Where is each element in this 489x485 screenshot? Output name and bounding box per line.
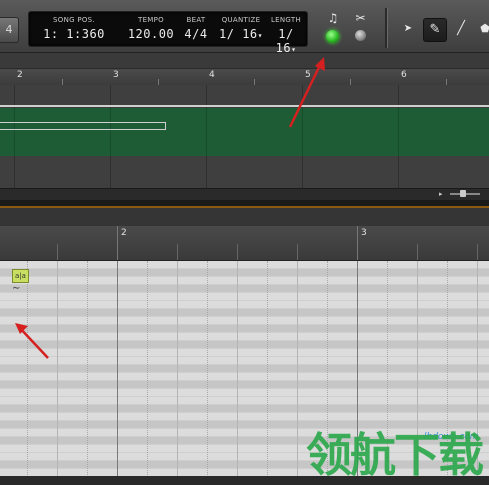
panel-splitter[interactable] <box>0 200 489 208</box>
quantize-label: QUANTIZE <box>221 16 261 24</box>
sub-beat-gridline <box>147 261 148 485</box>
arrange-ruler[interactable]: 2 3 4 5 6 <box>0 68 489 86</box>
song-position-label: SONG POS. <box>53 16 95 24</box>
zoom-slider-handle[interactable] <box>460 190 466 197</box>
pianoroll-bar-number: 3 <box>361 228 367 238</box>
line-tool-icon[interactable]: ╱ <box>450 18 472 40</box>
beat-gridline <box>57 261 58 485</box>
track-top-line <box>0 105 489 107</box>
length-dropdown-icon[interactable]: ▾ <box>291 45 296 54</box>
pitch-lane[interactable] <box>0 357 489 365</box>
quantize-dropdown-icon[interactable]: ▾ <box>258 31 263 40</box>
length-field[interactable]: LENGTH 1/ 16▾ <box>267 14 305 55</box>
pitch-lane[interactable] <box>0 341 489 349</box>
pitch-lane[interactable] <box>0 413 489 421</box>
beat-gridline <box>297 261 298 485</box>
wave-icon: ∼ <box>12 283 21 294</box>
annotation-arrow-top <box>288 57 325 128</box>
beat-gridline <box>177 261 178 485</box>
clip-selection-box[interactable] <box>0 122 166 130</box>
left-panel-label: 4 <box>5 23 13 36</box>
bar-gridline <box>117 261 118 485</box>
arrange-bar-number: 2 <box>17 70 23 80</box>
arrange-bar-number: 6 <box>401 70 407 80</box>
tool-toggle-led[interactable] <box>355 30 366 41</box>
pointer-tool-icon[interactable]: ➤ <box>397 18 419 40</box>
eraser-tool-icon[interactable]: ⬟ <box>474 18 489 40</box>
song-position-field[interactable]: SONG POS. 1: 1:360 <box>43 14 105 44</box>
pitch-lane[interactable] <box>0 293 489 301</box>
pitch-lane[interactable] <box>0 317 489 325</box>
pitch-lane[interactable] <box>0 349 489 357</box>
metronome-icon: ♫ <box>327 11 339 25</box>
pitch-lane[interactable] <box>0 381 489 389</box>
tempo-field[interactable]: TEMPO 120.00 <box>127 14 175 44</box>
sub-beat-gridline <box>207 261 208 485</box>
quantize-field[interactable]: QUANTIZE 1/ 16▾ <box>219 14 263 44</box>
arrange-bar-number: 4 <box>209 70 215 80</box>
transport-lcd-display: SONG POS. 1: 1:360 TEMPO 120.00 BEAT 4/4… <box>28 11 308 55</box>
pitch-lane[interactable] <box>0 277 489 285</box>
pitch-lane[interactable] <box>0 365 489 373</box>
pitch-lane[interactable] <box>0 389 489 397</box>
pianoroll-ruler[interactable]: 2 3 <box>0 226 489 261</box>
beat-field[interactable]: BEAT 4/4 <box>179 14 213 44</box>
pitch-lane[interactable] <box>0 405 489 413</box>
beat-value: 4/4 <box>184 27 208 41</box>
metronome-toggle-led[interactable] <box>326 30 339 43</box>
sub-beat-gridline <box>27 261 28 485</box>
pitch-lane[interactable] <box>0 397 489 405</box>
note-chip[interactable]: a|a <box>12 269 29 283</box>
song-position-value: 1: 1:360 <box>43 27 105 41</box>
pianoroll-bar-number: 2 <box>121 228 127 238</box>
zoom-out-icon[interactable]: ▸ <box>439 190 449 198</box>
toolbar-separator <box>385 8 388 48</box>
watermark-text: 领航下载 <box>306 428 484 482</box>
pitch-lane[interactable] <box>0 261 489 269</box>
quantize-value: 1/ 16 <box>219 27 258 41</box>
pitch-lane[interactable] <box>0 301 489 309</box>
tempo-label: TEMPO <box>138 16 164 24</box>
pitch-lane[interactable] <box>0 269 489 277</box>
scissors-icon: ✂ <box>355 11 366 25</box>
arrange-bar-number: 3 <box>113 70 119 80</box>
pitch-lane[interactable] <box>0 325 489 333</box>
pitch-lane[interactable] <box>0 373 489 381</box>
left-panel-button[interactable]: 4 <box>0 17 19 43</box>
pianoroll-header <box>0 208 489 226</box>
sub-beat-gridline <box>267 261 268 485</box>
beat-gridline <box>237 261 238 485</box>
pitch-lane[interactable] <box>0 333 489 341</box>
tempo-value: 120.00 <box>127 27 175 41</box>
sub-beat-gridline <box>87 261 88 485</box>
pencil-tool-icon[interactable]: ✎ <box>423 18 447 42</box>
pitch-lane[interactable] <box>0 285 489 293</box>
annotation-arrow-bottom <box>15 323 49 359</box>
pitch-lane[interactable] <box>0 309 489 317</box>
length-label: LENGTH <box>270 16 302 24</box>
beat-label: BEAT <box>186 16 206 24</box>
midi-clip[interactable] <box>0 108 489 156</box>
